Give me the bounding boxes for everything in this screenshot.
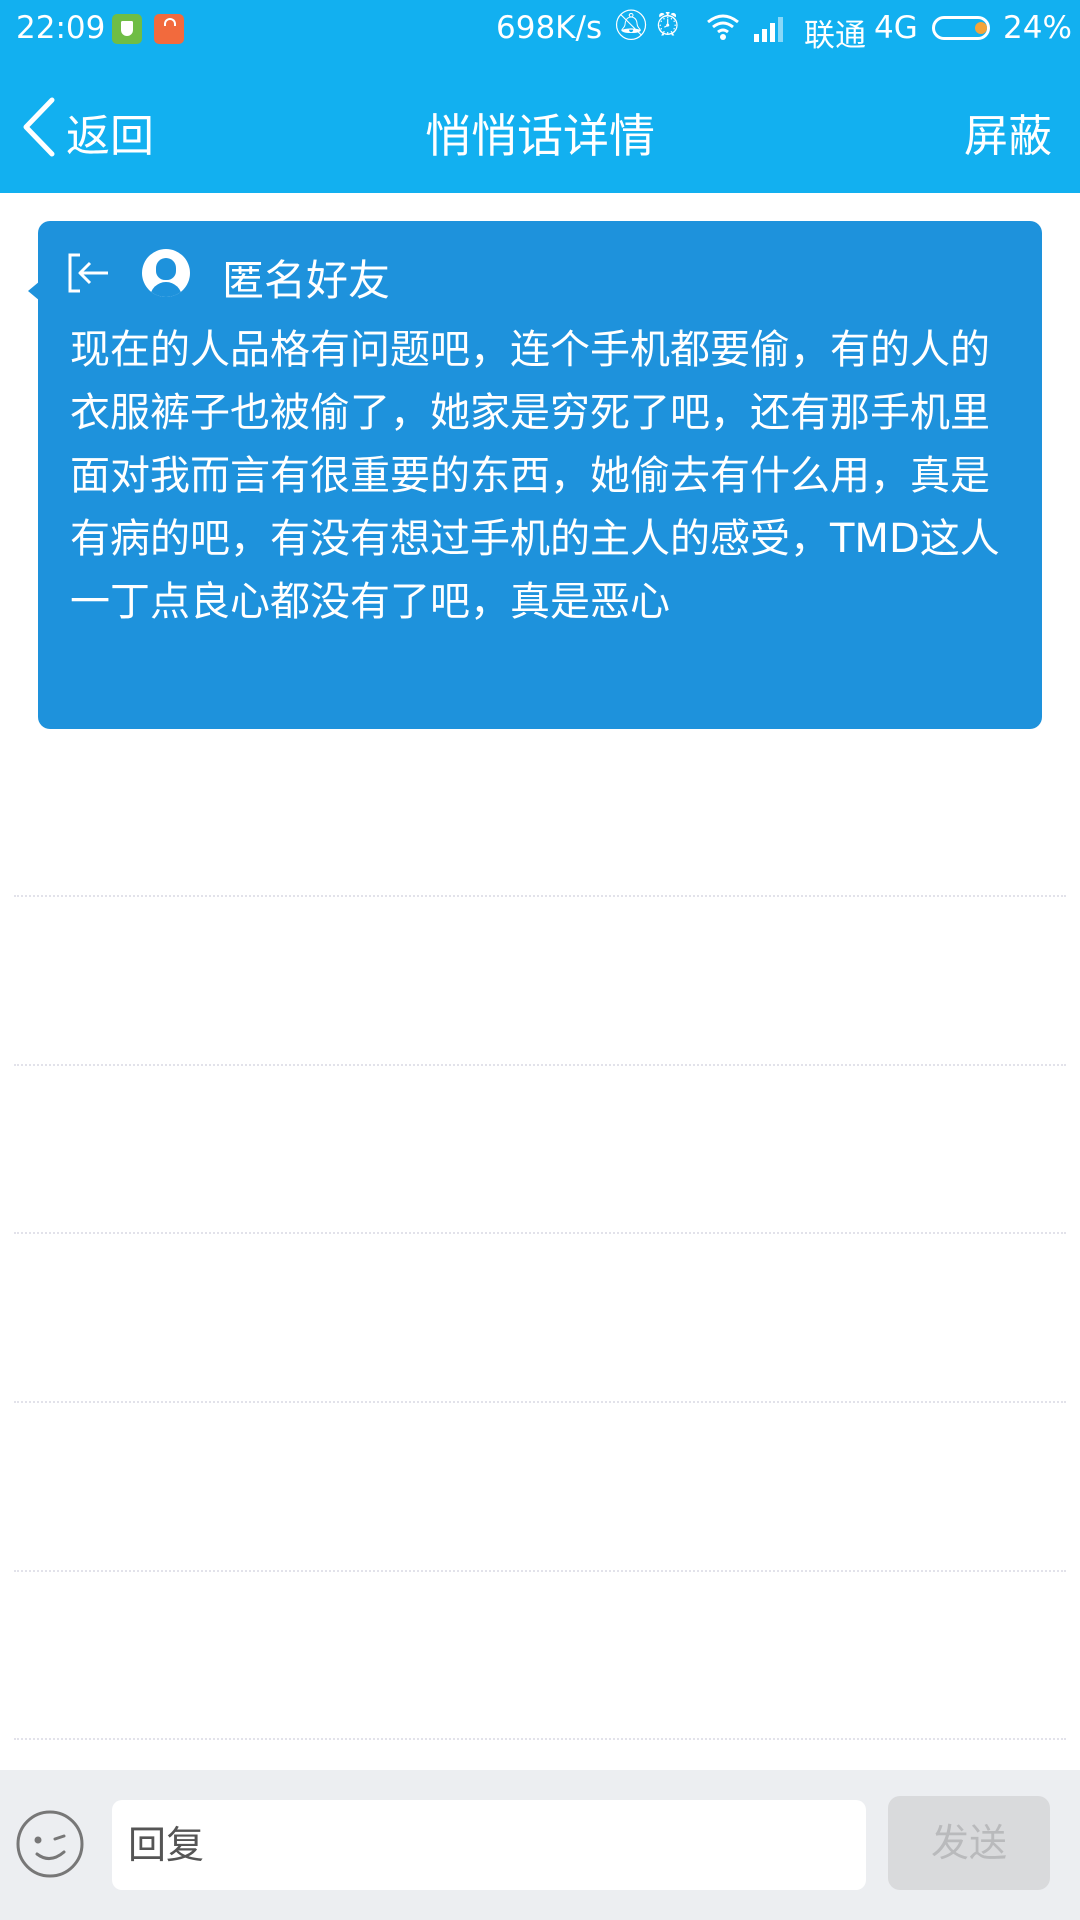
page-title: 悄悄话详情 (425, 109, 655, 163)
alarm-icon: ⏰︎ (656, 8, 680, 43)
divider (14, 1401, 1066, 1403)
reply-input[interactable] (112, 1800, 866, 1890)
reply-bar: 发送 (0, 1770, 1080, 1920)
divider (14, 895, 1066, 897)
mute-bell-icon: 🔕︎ (612, 8, 651, 43)
send-button[interactable]: 发送 (888, 1796, 1050, 1890)
exit-arrow-icon[interactable] (66, 251, 112, 295)
divider (14, 1570, 1066, 1572)
carrier-name: 联通 (804, 18, 866, 54)
status-bar: 22:09 698K/s 🔕︎ ⏰︎ 联通 4G 24% (0, 0, 1080, 58)
divider (14, 1064, 1066, 1066)
network-type: 4G (874, 10, 918, 46)
message-bubble: 匿名好友 现在的人品格有问题吧，连个手机都要偷，有的人的衣服裤子也被偷了，她家是… (28, 221, 1042, 729)
battery-percentage: 24% (1003, 10, 1072, 46)
anonymous-avatar-icon (142, 249, 190, 297)
sender-name: 匿名好友 (222, 256, 391, 305)
shopping-bag-app-icon (154, 14, 184, 44)
divider (14, 1738, 1066, 1740)
battery-icon (932, 16, 990, 40)
message-area: 匿名好友 现在的人品格有问题吧，连个手机都要偷，有的人的衣服裤子也被偷了，她家是… (0, 193, 1080, 1770)
wifi-icon (707, 14, 739, 40)
divider (14, 1232, 1066, 1234)
bubble-tail (28, 281, 40, 301)
shield-app-icon (112, 14, 142, 44)
block-button[interactable]: 屏蔽 (964, 100, 1052, 164)
signal-icon (754, 17, 783, 42)
emoji-icon[interactable] (14, 1808, 86, 1880)
nav-bar: 返回 悄悄话详情 屏蔽 (0, 58, 1080, 193)
message-text: 现在的人品格有问题吧，连个手机都要偷，有的人的衣服裤子也被偷了，她家是穷死了吧，… (70, 327, 1000, 625)
status-time: 22:09 (16, 10, 106, 46)
network-speed: 698K/s (496, 10, 603, 46)
